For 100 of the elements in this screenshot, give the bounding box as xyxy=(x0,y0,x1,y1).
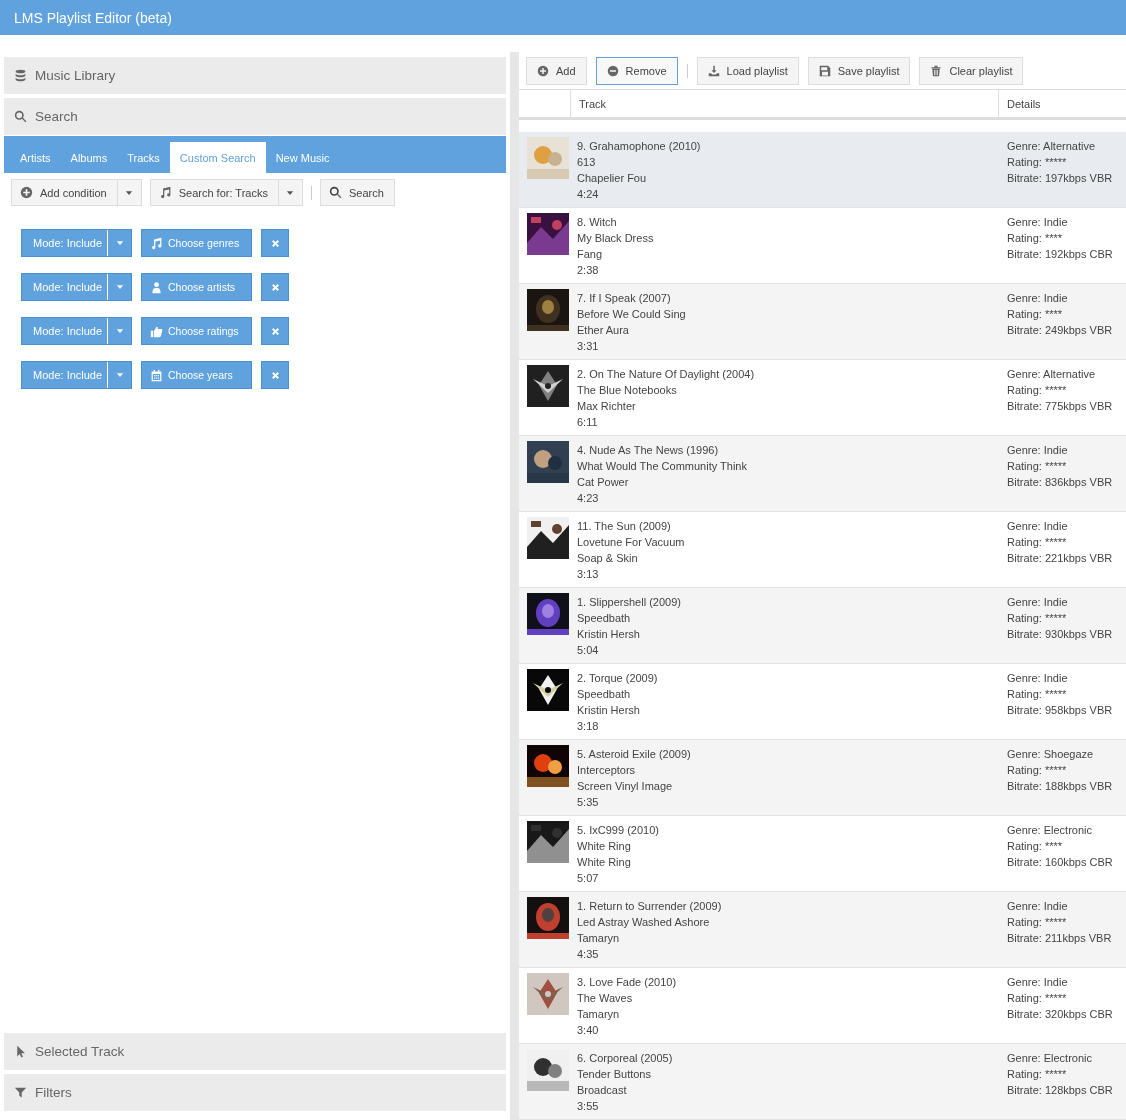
column-header: Details xyxy=(1006,96,1042,112)
remove-condition-button[interactable] xyxy=(261,229,289,257)
remove-condition-button[interactable] xyxy=(261,361,289,389)
detail-info: Rating: ***** xyxy=(1007,611,1068,626)
detail-info: Rating: ***** xyxy=(1007,687,1068,702)
track-info: Cat Power xyxy=(577,475,630,490)
plus-circle-icon xyxy=(537,64,549,77)
track-info: The Blue Notebooks xyxy=(577,383,678,398)
person-icon xyxy=(150,280,163,294)
detail-info: Genre: Alternative xyxy=(1007,139,1097,154)
remove-condition-button[interactable] xyxy=(261,273,289,301)
detail-info: Genre: Indie xyxy=(1007,443,1069,458)
search-button[interactable]: Search xyxy=(320,180,394,205)
accordion-header[interactable]: Filters xyxy=(4,1074,506,1111)
toolbar-button[interactable]: Save playlist xyxy=(807,56,911,85)
track-info: 3:55 xyxy=(577,1099,600,1114)
track-info: 3:40 xyxy=(577,1023,600,1038)
close-icon xyxy=(269,325,281,337)
track-info: Kristin Hersh xyxy=(577,627,641,642)
track-info: 1. Return to Surrender (2009) xyxy=(577,899,723,914)
track-info: 613 xyxy=(577,155,597,170)
playlist-row[interactable]: 1. Slippershell (2009) Speedbath Kristin Hersh 5:04 Genre: Indie Rating: ***** Bitrate: 930kbps VBR xyxy=(519,588,1126,664)
detail-info: Rating: ***** xyxy=(1007,763,1068,778)
section-title: Filters xyxy=(35,1085,72,1100)
track-info: Speedbath xyxy=(577,611,632,626)
track-info: 11. The Sun (2009) xyxy=(577,519,672,534)
playlist-row[interactable]: 5. Asteroid Exile (2009) Interceptors Screen Vinyl Image 5:35 Genre: Shoegaze Rating: ***** Bitrate: 188kbps VBR xyxy=(519,740,1126,816)
track-info: 6:11 xyxy=(577,415,599,430)
accordion-header[interactable]: Search xyxy=(4,98,506,135)
track-info: 4. Nude As The News (1996) xyxy=(577,443,720,458)
track-info: 3:18 xyxy=(577,719,600,734)
section-title: Selected Track xyxy=(35,1044,125,1059)
track-info: Fang xyxy=(577,247,604,262)
track-info: 5:07 xyxy=(577,871,600,886)
music-note-icon xyxy=(158,186,172,199)
detail-info: Genre: Indie xyxy=(1007,975,1069,990)
track-info: 5. Asteroid Exile (2009) xyxy=(577,747,692,762)
plus-circle-icon xyxy=(20,186,33,199)
track-info: Tender Buttons xyxy=(577,1067,652,1082)
detail-info: Rating: ***** xyxy=(1007,459,1068,474)
track-info: 2. Torque (2009) xyxy=(577,671,659,686)
detail-info: Bitrate: 211kbps VBR xyxy=(1007,931,1113,946)
track-info: 4:24 xyxy=(577,187,600,202)
database-icon xyxy=(14,69,27,82)
detail-info: Genre: Indie xyxy=(1007,519,1069,534)
detail-info: Bitrate: 221kbps VBR xyxy=(1007,551,1114,566)
detail-info: Rating: **** xyxy=(1007,231,1064,246)
detail-info: Genre: Alternative xyxy=(1007,367,1097,382)
detail-info: Bitrate: 249kbps VBR xyxy=(1007,323,1114,338)
track-info: 7. If I Speak (2007) xyxy=(577,291,672,306)
remove-condition-button[interactable] xyxy=(261,317,289,345)
track-info: White Ring xyxy=(577,855,632,870)
track-info: Broadcast xyxy=(577,1083,628,1098)
track-info: Ether Aura xyxy=(577,323,630,338)
toolbar-button[interactable]: Load playlist xyxy=(696,56,799,85)
playlist-row[interactable]: 7. If I Speak (2007) Before We Could Sing Ether Aura 3:31 Genre: Indie Rating: **** Bitrate: 249kbps VBR xyxy=(519,284,1126,360)
detail-info: Bitrate: 197kbps VBR xyxy=(1007,171,1114,186)
detail-info: Rating: ***** xyxy=(1007,155,1068,170)
track-info: 9. Grahamophone (2010) xyxy=(577,139,702,154)
trash-icon xyxy=(930,64,943,77)
column-header: Track xyxy=(571,90,999,117)
thumbs-up-icon xyxy=(150,324,163,338)
detail-info: Genre: Indie xyxy=(1007,215,1069,230)
track-info: Max Richter xyxy=(577,399,637,414)
section-title: Music Library xyxy=(35,68,116,83)
track-info: My Black Dress xyxy=(577,231,655,246)
detail-info: Rating: **** xyxy=(1007,307,1064,322)
accordion-header[interactable]: Selected Track xyxy=(4,1033,506,1070)
search-icon xyxy=(328,186,342,199)
track-info: Lovetune For Vacuum xyxy=(577,535,686,550)
track-info: 5. IxC999 (2010) xyxy=(577,823,660,838)
detail-info: Rating: ***** xyxy=(1007,383,1068,398)
track-info: 1. Slippershell (2009) xyxy=(577,595,682,610)
toolbar-button[interactable]: Remove xyxy=(595,56,678,85)
close-icon xyxy=(269,237,281,249)
playlist-row[interactable]: 1. Return to Surrender (2009) Led Astray Washed Ashore Tamaryn 4:35 Genre: Indie Rating: ***** Bitrate: 211kbps VBR xyxy=(519,892,1126,968)
detail-info: Genre: Indie xyxy=(1007,899,1069,914)
track-info: 2:38 xyxy=(577,263,600,278)
detail-info: Bitrate: 775kbps VBR xyxy=(1007,399,1114,414)
track-info: 2. On The Nature Of Daylight (2004) xyxy=(577,367,756,382)
detail-info: Bitrate: 958kbps VBR xyxy=(1007,703,1114,718)
detail-info: Rating: **** xyxy=(1007,839,1064,854)
search-icon xyxy=(14,110,27,123)
track-info: White Ring xyxy=(577,839,632,854)
detail-info: Bitrate: 930kbps VBR xyxy=(1007,627,1114,642)
toolbar-button[interactable]: Add xyxy=(526,56,587,85)
toolbar-button[interactable]: Clear playlist xyxy=(919,56,1024,85)
track-info: 3:13 xyxy=(577,567,600,582)
calendar-icon xyxy=(150,368,163,382)
track-info: 4:35 xyxy=(577,947,600,962)
detail-info: Rating: ***** xyxy=(1007,915,1068,930)
track-info: Tamaryn xyxy=(577,1007,621,1022)
playlist-row[interactable]: 9. Grahamophone (2010) 613 Chapelier Fou 4:24 Genre: Alternative Rating: ***** Bitrate: 197kbps VBR xyxy=(519,132,1126,208)
track-info: Kristin Hersh xyxy=(577,703,641,718)
detail-info: Genre: Indie xyxy=(1007,595,1069,610)
playlist-row[interactable]: 4. Nude As The News (1996) What Would The Community Think Cat Power 4:23 Genre: Indie Rating: ***** Bitrate: 836kbps VBR xyxy=(519,436,1126,512)
accordion-header[interactable]: Music Library xyxy=(4,57,506,94)
music-note-icon xyxy=(150,236,163,250)
playlist-row[interactable]: 6. Corporeal (2005) Tender Buttons Broadcast 3:55 Genre: Electronic Rating: ***** Bitrate: 128kbps CBR xyxy=(519,1044,1126,1120)
detail-info: Bitrate: 320kbps CBR xyxy=(1007,1007,1114,1022)
